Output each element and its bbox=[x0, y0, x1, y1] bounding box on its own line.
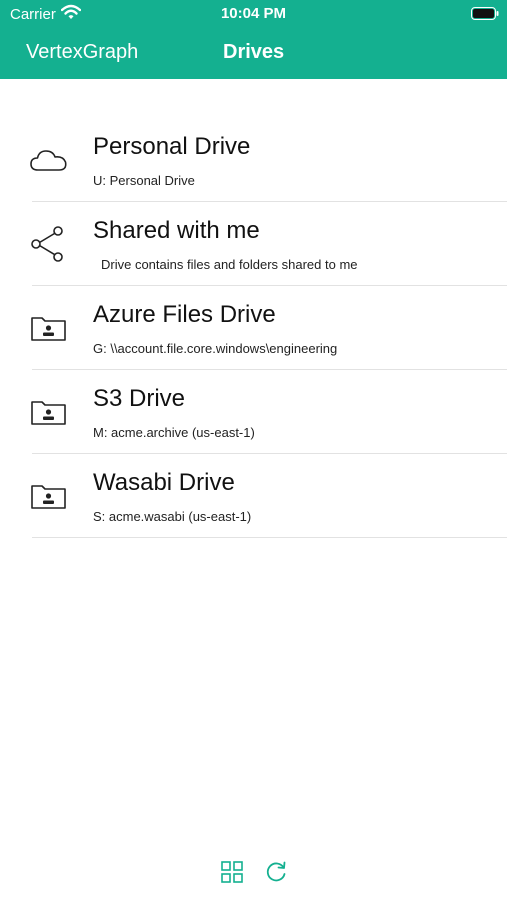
battery-icon bbox=[471, 7, 499, 20]
folder-user-icon bbox=[31, 485, 66, 509]
app-name-button[interactable]: VertexGraph bbox=[26, 41, 138, 64]
drive-row-shared[interactable]: Shared with me Drive contains files and … bbox=[0, 202, 507, 286]
folder-user-icon bbox=[31, 401, 66, 425]
row-divider bbox=[32, 537, 507, 538]
drive-list: Personal Drive U: Personal Drive Shared … bbox=[0, 118, 507, 538]
drive-row-azure[interactable]: Azure Files Drive G: \\account.file.core… bbox=[0, 286, 507, 370]
navigation-bar: VertexGraph Drives bbox=[0, 28, 507, 79]
clock-label: 10:04 PM bbox=[220, 5, 287, 22]
drive-detail: U: Personal Drive bbox=[93, 173, 195, 188]
drive-detail: S: acme.wasabi (us-east-1) bbox=[93, 509, 252, 524]
page-title: Drives bbox=[223, 41, 285, 63]
cloud-icon bbox=[30, 150, 67, 171]
drive-name: Shared with me bbox=[93, 217, 260, 244]
drive-name: S3 Drive bbox=[93, 385, 186, 412]
drive-row-wasabi[interactable]: Wasabi Drive S: acme.wasabi (us-east-1) bbox=[0, 454, 507, 538]
refresh-icon[interactable] bbox=[263, 859, 289, 885]
grid-view-icon[interactable] bbox=[219, 859, 245, 885]
drive-name: Personal Drive bbox=[93, 133, 251, 160]
drive-row-s3[interactable]: S3 Drive M: acme.archive (us-east-1) bbox=[0, 370, 507, 454]
bottom-toolbar bbox=[0, 856, 507, 888]
drive-detail: Drive contains files and folders shared … bbox=[101, 257, 358, 272]
status-bar: Carrier 10:04 PM bbox=[0, 0, 507, 28]
drive-detail: G: \\account.file.core.windows\engineeri… bbox=[93, 341, 338, 356]
drive-name: Azure Files Drive bbox=[93, 301, 276, 328]
drive-detail: M: acme.archive (us-east-1) bbox=[93, 425, 255, 440]
share-icon bbox=[31, 226, 63, 262]
folder-user-icon bbox=[31, 317, 66, 341]
drive-row-personal[interactable]: Personal Drive U: Personal Drive bbox=[0, 118, 507, 202]
drive-name: Wasabi Drive bbox=[93, 469, 235, 496]
app-header: Carrier 10:04 PM VertexGraph Drives bbox=[0, 0, 507, 79]
